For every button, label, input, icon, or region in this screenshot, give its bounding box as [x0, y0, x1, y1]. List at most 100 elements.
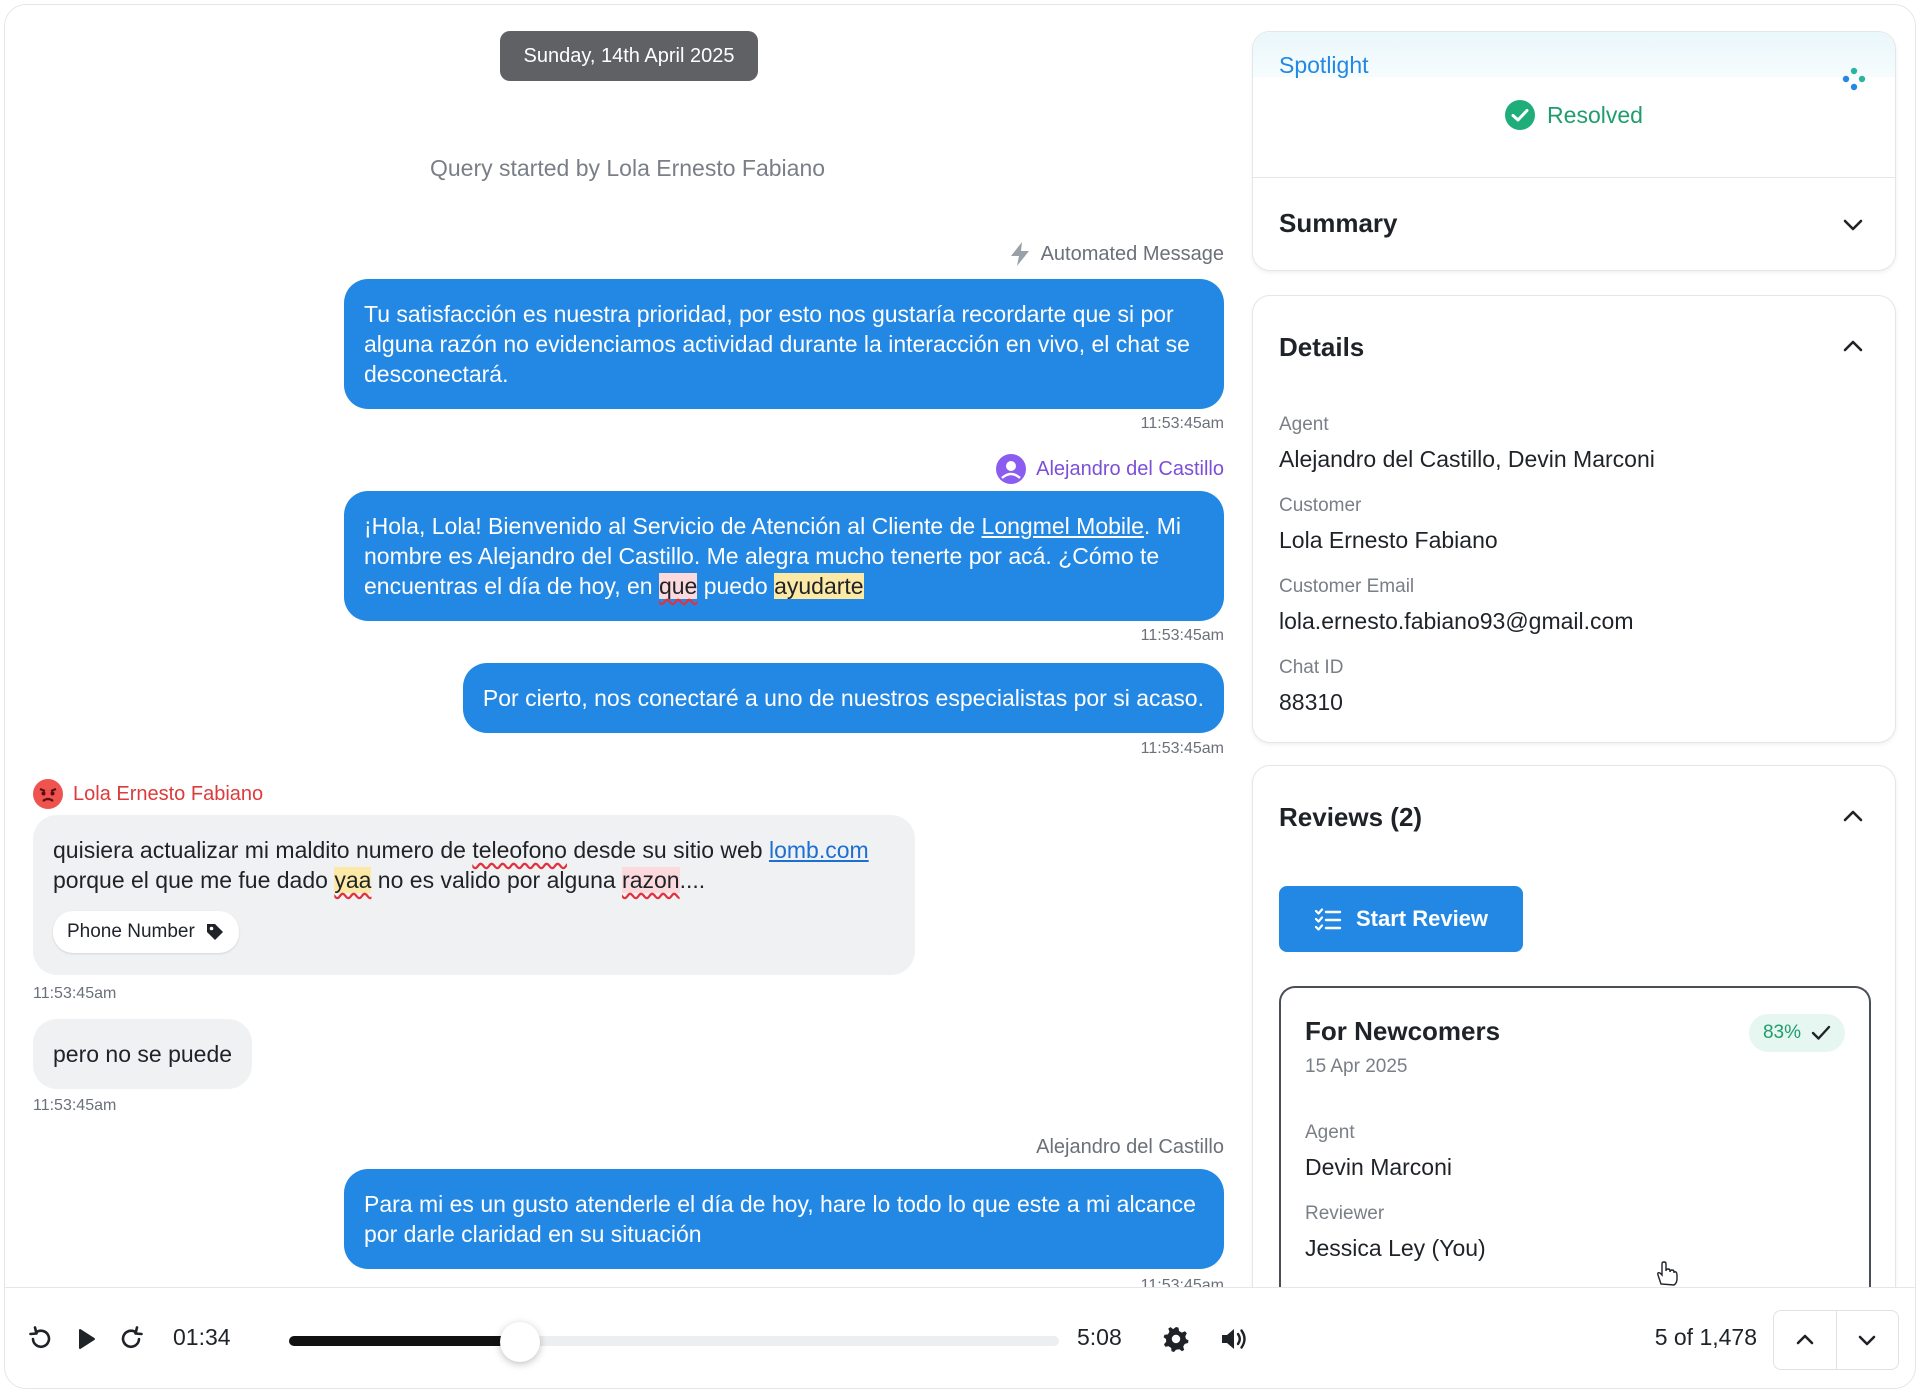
- message-timestamp: 11:53:45am: [33, 985, 117, 1002]
- agent-label: Agent: [1279, 414, 1329, 435]
- review-agent-value: Devin Marconi: [1305, 1154, 1452, 1180]
- message-text: quisiera actualizar mi maldito numero de…: [53, 835, 895, 895]
- message-text: ....: [679, 867, 706, 893]
- reviewer-label: Reviewer: [1305, 1203, 1385, 1224]
- highlight-word: yaa: [334, 867, 372, 893]
- progress-thumb[interactable]: [500, 1322, 540, 1362]
- customer-label: Customer: [1279, 495, 1362, 516]
- start-review-label: Start Review: [1355, 906, 1489, 931]
- conversation-counter: 5 of 1,478: [1654, 1324, 1757, 1350]
- message-text: quisiera actualizar mi maldito numero de: [53, 837, 473, 863]
- check-circle-icon: [1505, 100, 1536, 130]
- agent-name: Alejandro del Castillo: [1036, 1136, 1224, 1158]
- chat-id-label: Chat ID: [1279, 657, 1344, 678]
- date-pill: Sunday, 14th April 2025: [500, 31, 758, 81]
- message-bubble-agent: Para mi es un gusto atenderle el día de …: [344, 1169, 1224, 1269]
- chevron-up-icon: [1796, 1334, 1814, 1345]
- summary-title: Summary: [1279, 208, 1398, 238]
- message-bubble-connect: Por cierto, nos conectaré a uno de nuest…: [462, 663, 1224, 733]
- checklist-icon: [1314, 908, 1342, 931]
- review-title: For Newcomers: [1305, 1016, 1501, 1046]
- details-card: Details Agent Alejandro del Castillo, De…: [1252, 295, 1896, 743]
- conversation-nav: [1773, 1310, 1899, 1370]
- message-timestamp: 11:53:45am: [1140, 1277, 1224, 1287]
- score-value: 83%: [1762, 1022, 1801, 1043]
- chevron-up-icon[interactable]: [1839, 802, 1867, 830]
- spotlight-title: Spotlight: [1279, 52, 1369, 78]
- resolved-status: Resolved: [1253, 100, 1895, 130]
- cursor-icon: [1657, 1261, 1678, 1286]
- agent-sender: Alejandro del Castillo: [996, 454, 1224, 484]
- sparkle-icon: [1842, 67, 1866, 91]
- reviews-card: Reviews (2) Start Review For Newcomers 1…: [1252, 765, 1896, 1305]
- review-date: 15 Apr 2025: [1305, 1056, 1408, 1077]
- check-icon: [1811, 1025, 1831, 1040]
- play-icon[interactable]: [71, 1324, 101, 1354]
- message-text: puedo: [697, 573, 775, 599]
- score-badge: 83%: [1748, 1014, 1845, 1052]
- gear-icon[interactable]: [1161, 1324, 1191, 1354]
- reviews-title: Reviews (2): [1279, 802, 1423, 832]
- agent-name: Alejandro del Castillo: [1036, 457, 1224, 480]
- playback-bar: 01:34 5:08 5 of 1,478: [5, 1287, 1915, 1388]
- agent-sender: Alejandro del Castillo: [1036, 1136, 1224, 1159]
- customer-sender: Lola Ernesto Fabiano: [33, 779, 263, 809]
- reviewer-value: Jessica Ley (You): [1305, 1235, 1486, 1261]
- customer-value: Lola Ernesto Fabiano: [1279, 527, 1498, 553]
- customer-name: Lola Ernesto Fabiano: [73, 782, 264, 805]
- details-title: Details: [1279, 332, 1365, 362]
- message-timestamp: 11:53:45am: [1140, 627, 1224, 644]
- start-review-button[interactable]: Start Review: [1279, 886, 1523, 952]
- message-bubble-customer-2: pero no se puede: [33, 1019, 253, 1089]
- progress-track[interactable]: [289, 1336, 1059, 1346]
- chevron-up-icon[interactable]: [1839, 332, 1867, 360]
- misspelled-word: teleofono: [472, 837, 567, 863]
- automated-message-label: Automated Message: [1009, 241, 1224, 267]
- reviews-header[interactable]: Reviews (2): [1253, 766, 1895, 856]
- forward-icon[interactable]: [117, 1324, 147, 1354]
- message-timestamp: 11:53:45am: [1140, 740, 1224, 757]
- phone-number-tag[interactable]: Phone Number: [53, 911, 239, 953]
- customer-email-value: lola.ernesto.fabiano93@gmail.com: [1279, 608, 1634, 634]
- tag-icon: [206, 924, 223, 940]
- message-timestamp: 11:53:45am: [33, 1097, 117, 1114]
- review-item[interactable]: For Newcomers 15 Apr 2025 83% Agent Devi…: [1279, 986, 1871, 1304]
- message-text: porque el que me fue dado: [53, 867, 335, 893]
- company-link[interactable]: Longmel Mobile: [982, 513, 1144, 539]
- message-bubble-customer: quisiera actualizar mi maldito numero de…: [33, 815, 915, 975]
- angry-face-icon: [33, 779, 63, 809]
- message-text: no es valido por alguna: [371, 867, 623, 893]
- message-bubble-greeting: ¡Hola, Lola! Bienvenido al Servicio de A…: [344, 491, 1224, 621]
- customer-email-label: Customer Email: [1279, 576, 1415, 597]
- resolved-label: Resolved: [1547, 101, 1643, 128]
- agent-avatar-icon: [996, 454, 1027, 484]
- bolt-icon: [1010, 242, 1029, 266]
- automated-message-text: Automated Message: [1040, 242, 1224, 265]
- progress-fill: [289, 1336, 520, 1346]
- chevron-down-icon: [1859, 1335, 1876, 1346]
- app-window: Sunday, 14th April 2025 Query started by…: [4, 4, 1916, 1389]
- review-agent-label: Agent: [1305, 1122, 1355, 1143]
- message-timestamp: 11:53:45am: [1140, 415, 1224, 432]
- query-started-text: Query started by Lola Ernesto Fabiano: [429, 155, 826, 181]
- total-time: 5:08: [1077, 1324, 1122, 1350]
- previous-conversation-button[interactable]: [1774, 1311, 1836, 1369]
- spotlight-card: Spotlight Resolved Summary: [1252, 31, 1896, 271]
- chat-id-value: 88310: [1279, 689, 1343, 715]
- chat-transcript[interactable]: Sunday, 14th April 2025 Query started by…: [5, 5, 1240, 1287]
- current-time: 01:34: [173, 1324, 231, 1350]
- message-text: desde su sitio web: [566, 837, 769, 863]
- message-text: ¡Hola, Lola! Bienvenido al Servicio de A…: [364, 513, 982, 539]
- website-link[interactable]: lomb.com: [769, 837, 869, 863]
- details-header[interactable]: Details: [1253, 296, 1895, 386]
- message-bubble-automated: Tu satisfacción es nuestra prioridad, po…: [344, 279, 1224, 409]
- volume-icon[interactable]: [1219, 1324, 1249, 1354]
- highlight-word: razon: [622, 867, 680, 893]
- agent-value: Alejandro del Castillo, Devin Marconi: [1279, 446, 1655, 472]
- next-conversation-button[interactable]: [1835, 1311, 1898, 1369]
- rewind-icon[interactable]: [25, 1324, 55, 1354]
- highlight-word: que: [658, 573, 698, 599]
- tag-label: Phone Number: [67, 921, 195, 942]
- chevron-down-icon[interactable]: [1839, 211, 1867, 239]
- summary-header[interactable]: Summary: [1253, 178, 1895, 270]
